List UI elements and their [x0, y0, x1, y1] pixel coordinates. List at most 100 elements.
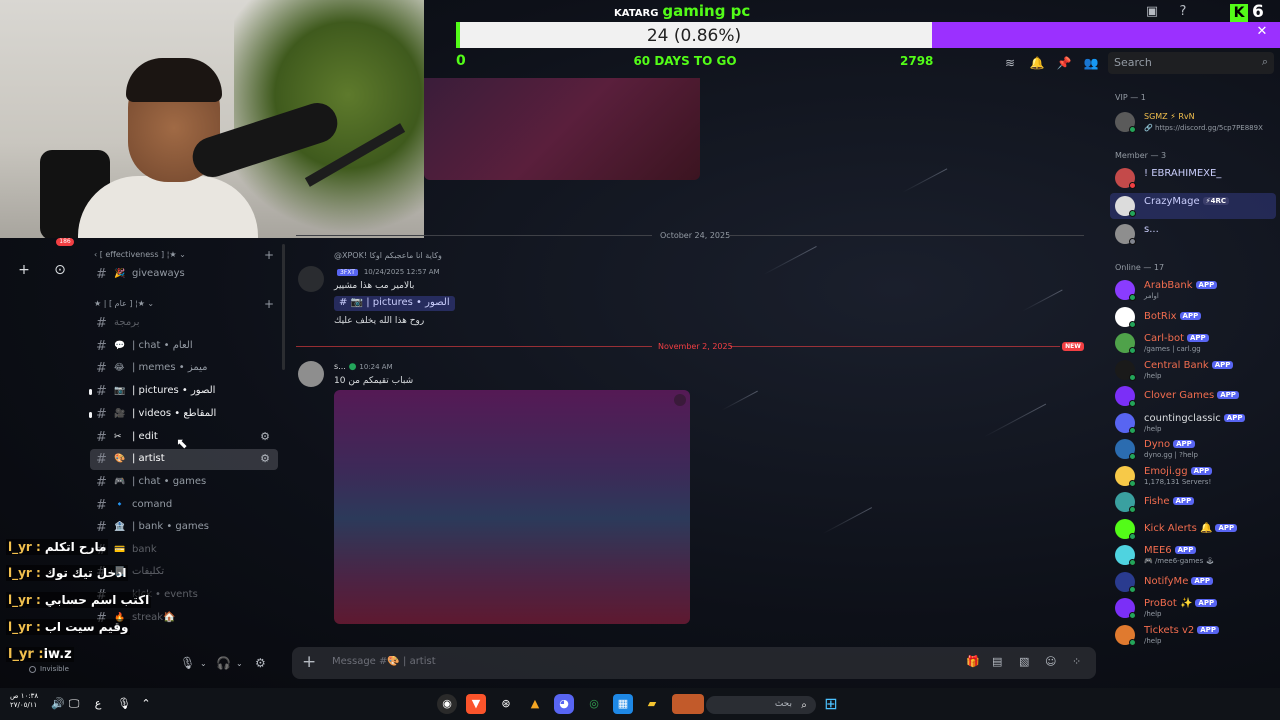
- avatar: [1115, 492, 1136, 513]
- channel-videos[interactable]: # 🎥 | videos • المقاطع: [89, 404, 278, 425]
- gear-icon[interactable]: ⚙: [255, 656, 266, 670]
- add-server-icon[interactable]: +: [14, 260, 34, 280]
- store-icon[interactable]: ▦: [613, 694, 633, 714]
- member-row[interactable]: Clover Games APP: [1110, 383, 1276, 409]
- close-icon[interactable]: ✕: [1254, 24, 1270, 44]
- windows-start-icon[interactable]: ⊞: [821, 694, 841, 714]
- headphones-icon[interactable]: 🎧: [216, 656, 231, 670]
- discord-icon[interactable]: ◕: [554, 694, 574, 714]
- add-attachment-icon[interactable]: +: [302, 652, 316, 672]
- category-effectiveness[interactable]: ‹ [ effectiveness ] ¦★ ⌄: [94, 250, 186, 259]
- avatar[interactable]: [298, 361, 324, 387]
- gif-icon[interactable]: ▤: [992, 655, 1002, 668]
- member-row[interactable]: countingclassic APP/help: [1110, 410, 1276, 436]
- member-name-text: Carl-bot: [1144, 333, 1184, 344]
- member-row[interactable]: Tickets v2 APP/help: [1110, 622, 1276, 648]
- member-row[interactable]: MEE6 APP 🎮 /mee6-games 🕹: [1110, 542, 1276, 568]
- search-input[interactable]: Search ⌕: [1108, 52, 1274, 74]
- channel-chat-games[interactable]: # 🎮 | chat • games: [90, 472, 278, 493]
- member-row[interactable]: s...: [1110, 221, 1276, 247]
- members-icon[interactable]: 👥: [1083, 55, 1099, 71]
- member-row[interactable]: Emoji.gg APP 1,178,131 Servers!: [1110, 463, 1276, 489]
- channel-bank[interactable]: #💳bank: [90, 540, 278, 561]
- notification-badge: 186: [56, 238, 74, 246]
- member-row[interactable]: ArabBank APP اوامر: [1110, 277, 1276, 303]
- clock-time: ١٠:٣٨ ص: [10, 692, 39, 700]
- microphone-icon[interactable]: 🎙: [114, 694, 134, 714]
- threads-icon[interactable]: ≋: [1002, 55, 1018, 71]
- webcam-body: [78, 176, 258, 238]
- app-badge: APP: [1223, 413, 1246, 422]
- member-name-text: ArabBank: [1144, 280, 1193, 291]
- avatar: [1115, 112, 1136, 133]
- status-icon: [1129, 126, 1136, 133]
- add-channel-icon[interactable]: +: [264, 248, 274, 262]
- apps-icon[interactable]: ⁘: [1072, 655, 1081, 668]
- status-icon: [1129, 373, 1136, 381]
- channel-comand[interactable]: # 🔹 comand: [90, 495, 278, 516]
- avatar[interactable]: [298, 266, 324, 292]
- chevron-up-icon[interactable]: ⌃: [136, 694, 156, 714]
- add-channel-icon[interactable]: +: [264, 297, 274, 311]
- channel-memes[interactable]: # 😂 | memes • ميمز: [90, 358, 278, 379]
- chevron-down-icon[interactable]: ⌄: [236, 659, 243, 668]
- channel-emoji: 😂: [114, 363, 125, 373]
- taskbar-clock[interactable]: ١٠:٣٨ ص ٢٧/٠٥/١١: [10, 692, 38, 710]
- user-panel-name[interactable]: l_yr :iw.z: [6, 647, 74, 662]
- member-row[interactable]: SGMZ ⚡ RvN 🔗 https://discord.gg/5cp7PE88…: [1110, 109, 1276, 135]
- channel-mention[interactable]: # 📷 | pictures • الصور: [334, 296, 455, 311]
- language-indicator[interactable]: ع: [88, 694, 108, 714]
- screen: KATARG gaming pc 24 (0.86%) 0 60 DAYS TO …: [0, 0, 1280, 720]
- obs-icon[interactable]: ◉: [437, 694, 457, 714]
- avatar: [1115, 306, 1136, 328]
- channel-artist[interactable]: # 🎨 | artist ⚙: [90, 449, 278, 470]
- brave-icon[interactable]: ▼: [466, 694, 486, 714]
- member-row[interactable]: Central Bank APP/help: [1110, 357, 1276, 383]
- channel-bank-games[interactable]: # 🏦 | bank • games: [90, 517, 278, 538]
- chat-line: l_yr : اكتب اسم حسابي: [6, 592, 152, 615]
- app-icon[interactable]: [672, 694, 704, 714]
- member-name: SGMZ ⚡ RvN: [1144, 112, 1195, 121]
- category-general[interactable]: ★ | [ عام ] ¦★ ⌄: [94, 299, 154, 308]
- pin-icon[interactable]: 📌: [1056, 55, 1072, 71]
- gift-icon[interactable]: 🎁: [966, 655, 980, 668]
- steam-icon[interactable]: ⊛: [496, 694, 516, 714]
- help-icon[interactable]: ?: [1175, 4, 1191, 20]
- app-badge: APP: [1197, 625, 1219, 634]
- chrome-icon[interactable]: ◎: [584, 694, 604, 714]
- member-row[interactable]: NotifyMe APP: [1110, 569, 1276, 595]
- avatar: [1115, 545, 1136, 566]
- member-row[interactable]: ProBot ✨ APP/help: [1110, 595, 1276, 621]
- chevron-down-icon[interactable]: ⌄: [200, 659, 207, 668]
- member-row[interactable]: BotRix APP: [1110, 304, 1276, 330]
- member-row[interactable]: Carl-bot APP/games | carl.gg: [1110, 330, 1276, 356]
- channel-scrollbar[interactable]: [282, 244, 285, 370]
- channel-giveaways[interactable]: # 🎉 giveaways: [90, 264, 278, 285]
- channel-chat[interactable]: # 💬 | chat • العام: [90, 336, 278, 357]
- folder-icon[interactable]: ▰: [642, 694, 662, 714]
- status-icon: [1129, 182, 1136, 189]
- reply-preview[interactable]: @XPOK! وكاية انا ماعجبكم اوكا: [334, 251, 442, 260]
- member-row[interactable]: CrazyMage ⚡4RC: [1110, 193, 1276, 219]
- image-options-icon[interactable]: [674, 394, 686, 406]
- member-name: Kick Alerts 🔔 APP: [1144, 523, 1238, 534]
- sticker-icon[interactable]: ▧: [1019, 655, 1029, 668]
- member-row[interactable]: ! EBRAHIMEXE_: [1110, 165, 1276, 191]
- avatar: [1115, 333, 1136, 354]
- display-icon[interactable]: 🖵: [64, 694, 84, 714]
- member-row[interactable]: Kick Alerts 🔔 APP: [1110, 516, 1276, 542]
- channel-programming[interactable]: # برمجة: [90, 313, 278, 334]
- message-input[interactable]: [332, 656, 932, 667]
- channel-pictures[interactable]: # 📷 | pictures • الصور: [89, 381, 278, 402]
- window-icon[interactable]: ▣: [1144, 4, 1160, 20]
- vlc-icon[interactable]: ▲: [525, 694, 545, 714]
- member-row[interactable]: Fishe APP: [1110, 489, 1276, 515]
- chat-image-main[interactable]: [334, 390, 690, 624]
- emoji-icon[interactable]: ☺: [1045, 655, 1056, 668]
- goal-name: gaming pc: [662, 2, 751, 20]
- chat-image-top[interactable]: [424, 78, 700, 180]
- member-row[interactable]: Dyno APP dyno.gg | ?help: [1110, 436, 1276, 462]
- discover-icon[interactable]: ⊙: [50, 260, 70, 280]
- bell-icon[interactable]: 🔔: [1029, 55, 1045, 71]
- microphone-icon[interactable]: 🎙: [180, 656, 195, 670]
